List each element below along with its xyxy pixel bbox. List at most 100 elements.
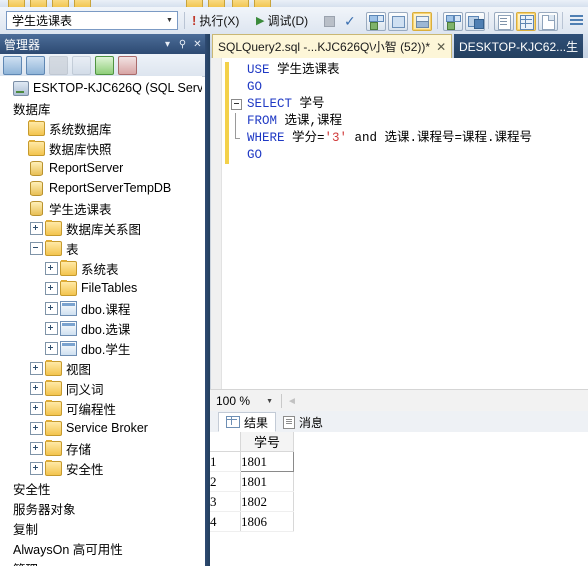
editor-tab[interactable]: DESKTOP-KJC62...生 [454, 34, 584, 58]
script-icon[interactable] [118, 55, 137, 75]
table-row[interactable]: 4 1806 [210, 511, 294, 532]
disconnect-icon[interactable] [26, 55, 45, 75]
tree-node[interactable]: 安全性 [0, 458, 202, 478]
table-row[interactable]: 3 1802 [210, 491, 294, 512]
row-number[interactable]: 2 [210, 471, 241, 492]
tree-node[interactable]: 数据库快照 [0, 138, 202, 158]
expand-icon[interactable] [30, 381, 43, 395]
expand-icon[interactable] [30, 461, 43, 475]
results-grid[interactable]: 学号 1 1801 2 1801 3 1802 4 1806 [210, 432, 588, 566]
results-to-file-icon[interactable] [538, 12, 558, 31]
column-header[interactable]: 学号 [240, 432, 294, 452]
tree-node[interactable]: AlwaysOn 高可用性 [0, 538, 202, 558]
comment-lines-icon[interactable] [568, 12, 586, 29]
chevron-down-icon[interactable]: ▾ [160, 39, 175, 50]
tree-node[interactable]: 视图 [0, 358, 202, 378]
expand-icon[interactable] [30, 401, 43, 415]
debug-button[interactable]: ▶ 调试(D) [254, 11, 310, 30]
grid-cell[interactable]: 1802 [240, 491, 294, 512]
tree-node-label: 表 [66, 242, 79, 257]
results-to-grid-icon[interactable] [516, 12, 536, 31]
expand-icon[interactable] [30, 441, 43, 455]
zoom-combo[interactable]: 100 % ▼ [214, 392, 276, 410]
chevron-down-icon[interactable]: ▼ [266, 398, 276, 405]
pin-icon[interactable]: ⚲ [175, 39, 190, 50]
new-query-icon[interactable] [8, 0, 25, 7]
tree-node[interactable]: ReportServer [0, 158, 202, 178]
connect-icon[interactable] [3, 55, 22, 75]
tree-node[interactable]: 表 [0, 238, 202, 258]
expand-icon[interactable] [45, 261, 58, 275]
redo-icon[interactable] [208, 0, 225, 7]
tree-node[interactable]: dbo.学生 [0, 338, 202, 358]
table-row[interactable]: 1 1801 [210, 451, 294, 472]
collapse-icon[interactable] [231, 99, 242, 110]
tree-node[interactable]: 存储 [0, 438, 202, 458]
tree-node[interactable]: 可编程性 [0, 398, 202, 418]
client-statistics-icon[interactable] [465, 12, 485, 31]
database-combo[interactable]: 学生选课表 ▼ [6, 11, 178, 30]
check-icon[interactable]: ✓ [344, 13, 356, 30]
sqlcmd-icon[interactable] [412, 12, 432, 31]
estimated-plan-icon[interactable] [366, 12, 386, 31]
results-to-text-icon[interactable] [494, 12, 514, 31]
sql-editor[interactable]: USE 学生选课表 GO SELECT 学号 FROM 选课,课程 WHERE 学分='… [210, 58, 588, 389]
stop-icon[interactable] [324, 16, 335, 27]
tree-node[interactable]: 数据库 [0, 98, 202, 118]
tree-node[interactable]: FileTables [0, 278, 202, 298]
cut-icon[interactable] [232, 0, 249, 7]
expand-icon[interactable] [45, 281, 58, 295]
expand-icon[interactable] [45, 341, 58, 355]
tree-node[interactable]: 安全性 [0, 478, 202, 498]
expand-icon[interactable] [30, 221, 43, 235]
query-options-icon[interactable] [388, 12, 408, 31]
open-file-icon[interactable] [30, 0, 47, 7]
database-combo-value: 学生选课表 [12, 14, 73, 28]
tree-node[interactable]: 服务器对象 [0, 498, 202, 518]
tree-node[interactable]: 管理 [0, 558, 202, 566]
undo-icon[interactable] [186, 0, 203, 7]
tree-node[interactable]: 系统数据库 [0, 118, 202, 138]
tree-node[interactable]: dbo.选课 [0, 318, 202, 338]
results-tab[interactable]: 消息 [276, 412, 330, 432]
tree-node[interactable]: ReportServerTempDB [0, 178, 202, 198]
row-number[interactable]: 3 [210, 491, 241, 512]
grid-cell[interactable]: 1801 [240, 451, 294, 472]
tree-node[interactable]: dbo.课程 [0, 298, 202, 318]
row-number[interactable]: 1 [210, 451, 241, 472]
collapse-icon[interactable] [30, 241, 43, 255]
expand-icon[interactable] [30, 421, 43, 435]
folder-icon [45, 459, 62, 476]
chevron-down-icon[interactable]: ▼ [162, 12, 177, 29]
tree-node[interactable]: 同义词 [0, 378, 202, 398]
actual-plan-icon[interactable] [443, 12, 463, 31]
save-icon[interactable] [52, 0, 69, 7]
tree-node-label: FileTables [81, 281, 138, 295]
row-number[interactable]: 4 [210, 511, 241, 532]
expand-icon[interactable] [45, 321, 58, 335]
results-tab[interactable]: 结果 [218, 412, 277, 432]
close-icon[interactable]: ✕ [190, 39, 205, 50]
close-icon[interactable]: ✕ [436, 40, 446, 54]
grid-cell[interactable]: 1801 [240, 471, 294, 492]
refresh-icon[interactable] [95, 55, 114, 75]
grid-corner[interactable] [210, 432, 241, 452]
save-all-icon[interactable] [74, 0, 91, 7]
tree-node[interactable]: ESKTOP-KJC626Q (SQL Server 11.0. [0, 78, 202, 98]
folder-icon [45, 359, 62, 376]
tree-node[interactable]: 复制 [0, 518, 202, 538]
tree-node[interactable]: 系统表 [0, 258, 202, 278]
copy-icon[interactable] [254, 0, 271, 7]
tree-node[interactable]: 数据库关系图 [0, 218, 202, 238]
fold-line [235, 113, 236, 130]
tree-node[interactable]: Service Broker [0, 418, 202, 438]
editor-tab[interactable]: SQLQuery2.sql -...KJC626Q\小智 (52))* ✕ [212, 34, 453, 58]
table-row[interactable]: 2 1801 [210, 471, 294, 492]
expand-icon[interactable] [30, 361, 43, 375]
expand-icon[interactable] [45, 301, 58, 315]
grid-cell[interactable]: 1806 [240, 511, 294, 532]
tree-node[interactable]: 学生选课表 [0, 198, 202, 218]
object-explorer-tree[interactable]: ESKTOP-KJC626Q (SQL Server 11.0. 数据库系统数据库… [0, 76, 202, 566]
execute-button[interactable]: ! 执行(X) [190, 11, 241, 30]
sql-code[interactable]: USE 学生选课表 GO SELECT 学号 FROM 选课,课程 WHERE 学分='… [231, 62, 586, 164]
